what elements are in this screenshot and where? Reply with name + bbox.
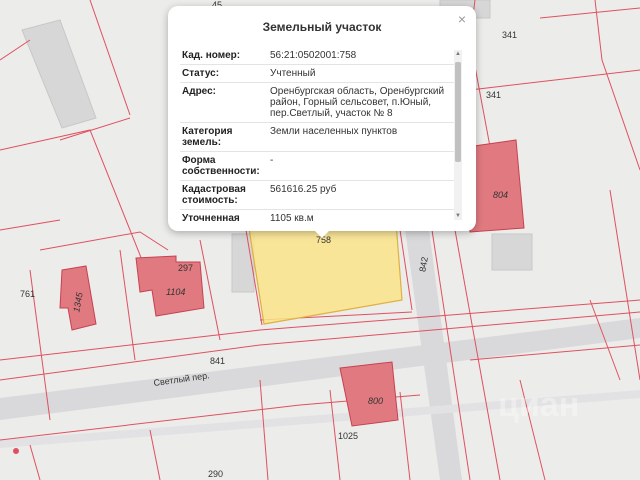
map-marker <box>13 448 19 454</box>
info-row-key: Кад. номер: <box>180 47 268 65</box>
parcel-label: 341 <box>486 90 501 100</box>
parcel-label: 290 <box>208 469 223 479</box>
info-row-value: 56:21:0502001:758 <box>268 47 456 65</box>
info-row-value: - <box>268 151 456 181</box>
info-row-key: Уточненная площадь: <box>180 209 268 223</box>
parcel-info-popup: Земельный участок × Кад. номер: 56:21:050… <box>168 6 476 238</box>
popup-pointer <box>314 230 330 238</box>
info-row-key: Кадастровая стоимость: <box>180 180 268 210</box>
close-icon[interactable]: × <box>458 10 466 28</box>
info-row: Кадастровая стоимость: 561616.25 руб <box>180 180 456 210</box>
info-row: Категория земель: Земли населенных пункто… <box>180 122 456 152</box>
parcel-label: 1104 <box>166 287 185 297</box>
info-row: Кад. номер: 56:21:0502001:758 <box>180 47 456 65</box>
watermark: циан <box>498 386 579 424</box>
parcel-label: 804 <box>493 190 508 200</box>
info-row-key: Адрес: <box>180 82 268 123</box>
parcel-label: 297 <box>178 263 193 273</box>
info-row-value: 561616.25 руб <box>268 180 456 210</box>
parcel-label: 800 <box>368 396 383 406</box>
info-row: Уточненная площадь:1105 кв.м <box>180 209 456 223</box>
info-row-value: 1105 кв.м <box>268 209 456 223</box>
info-row: Форма собственности: - <box>180 151 456 181</box>
gray-building <box>491 233 533 271</box>
popup-scrollbar[interactable]: ▲ ▼ <box>454 50 462 220</box>
info-row-key: Форма собственности: <box>180 151 268 181</box>
info-row: Адрес: Оренбургская область, Оренбургский… <box>180 82 456 123</box>
popup-title: Земельный участок <box>262 20 382 34</box>
info-row-value: Учтенный <box>268 64 456 83</box>
parcel-label: 761 <box>20 289 35 299</box>
info-table: Кад. номер: 56:21:0502001:758 Статус: Учтен… <box>180 47 456 223</box>
scroll-down-icon[interactable]: ▼ <box>454 212 462 220</box>
info-row-value: Земли населенных пунктов <box>268 122 456 152</box>
info-table-container[interactable]: Кад. номер: 56:21:0502001:758 Статус: Учтен… <box>180 47 456 223</box>
info-row: Статус: Учтенный <box>180 64 456 83</box>
parcel-label: 841 <box>210 356 225 366</box>
parcel-label: 341 <box>502 30 517 40</box>
scroll-up-icon[interactable]: ▲ <box>454 50 462 58</box>
info-row-key: Статус: <box>180 64 268 83</box>
info-row-value: Оренбургская область, Оренбургский район… <box>268 82 456 123</box>
parcel-label: 1025 <box>338 431 358 441</box>
scroll-thumb[interactable] <box>455 62 461 162</box>
info-row-key: Категория земель: <box>180 122 268 152</box>
